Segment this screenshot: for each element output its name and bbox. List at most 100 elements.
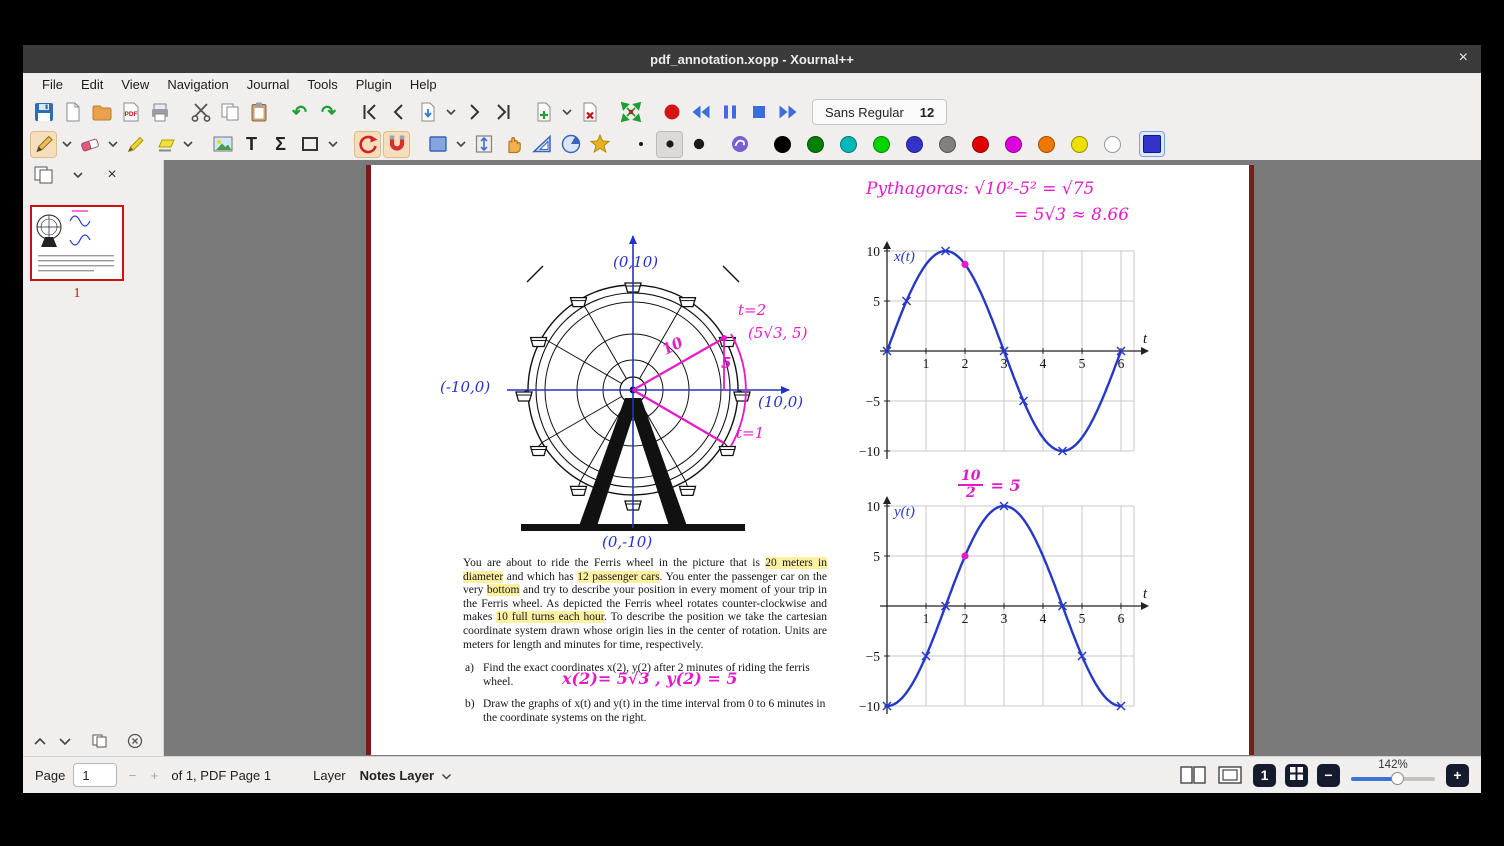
titlebar[interactable]: pdf_annotation.xopp - Xournal++ × bbox=[23, 45, 1481, 73]
line-width-medium-button[interactable] bbox=[656, 130, 683, 158]
menu-help[interactable]: Help bbox=[401, 75, 446, 94]
sidebar-dropdown-button[interactable] bbox=[65, 164, 91, 186]
font-button[interactable]: Sans Regular 12 bbox=[812, 99, 948, 125]
highlighter-tool[interactable] bbox=[122, 131, 149, 158]
snap-to-grid-tool[interactable] bbox=[383, 130, 410, 158]
shape-recognizer-tool[interactable] bbox=[354, 130, 381, 158]
document-canvas[interactable]: (0,10) (-10,0) (10,0) (0,-10) t=2 (5√3, … bbox=[164, 160, 1481, 757]
zoom-fit-button[interactable] bbox=[617, 99, 644, 126]
eraser-options-dropdown[interactable] bbox=[105, 131, 120, 158]
page-number-input[interactable] bbox=[73, 763, 118, 787]
spline-tool[interactable] bbox=[586, 131, 613, 158]
line-width-fine-button[interactable] bbox=[627, 131, 654, 158]
sidebar-scroll-up-button[interactable] bbox=[27, 730, 52, 752]
pause-audio-button[interactable] bbox=[716, 99, 743, 126]
color-gray-swatch[interactable] bbox=[939, 135, 956, 153]
zoom-slider-handle[interactable] bbox=[1391, 772, 1405, 785]
single-column-layout-button[interactable]: 1 bbox=[1253, 763, 1276, 787]
color-red-swatch[interactable] bbox=[972, 135, 989, 153]
copy-button[interactable] bbox=[216, 99, 243, 126]
goto-page-dropdown[interactable] bbox=[443, 99, 458, 126]
zoom-out-button[interactable]: − bbox=[1317, 763, 1340, 787]
layer-selector[interactable]: Notes Layer bbox=[354, 767, 458, 784]
preview-layout-icon[interactable] bbox=[31, 164, 57, 186]
delete-page-button[interactable] bbox=[576, 99, 603, 126]
presentation-view-button[interactable] bbox=[1216, 763, 1244, 787]
undo-button[interactable]: ↶ bbox=[286, 99, 313, 126]
eraser-tool[interactable] bbox=[76, 131, 103, 158]
menu-plugin[interactable]: Plugin bbox=[347, 75, 401, 94]
next-page-button[interactable] bbox=[460, 99, 487, 126]
goto-page-button[interactable] bbox=[414, 99, 441, 126]
sidebar-scroll-down-button[interactable] bbox=[52, 730, 77, 752]
statusbar: Page − + of 1, PDF Page 1 Layer Notes La… bbox=[23, 756, 1481, 793]
page-thumbnail[interactable] bbox=[30, 205, 124, 281]
compass-tool[interactable] bbox=[557, 131, 584, 158]
record-audio-button[interactable] bbox=[658, 99, 685, 126]
open-file-button[interactable] bbox=[88, 99, 115, 126]
export-pdf-button[interactable]: PDF bbox=[117, 99, 144, 126]
color-cyan-swatch[interactable] bbox=[840, 135, 857, 153]
page-increment-button[interactable]: + bbox=[147, 768, 161, 783]
menu-journal[interactable]: Journal bbox=[238, 75, 299, 94]
rewind-audio-button[interactable] bbox=[687, 99, 714, 126]
forward-audio-button[interactable] bbox=[774, 99, 801, 126]
menu-edit[interactable]: Edit bbox=[72, 75, 112, 94]
save-button[interactable] bbox=[30, 99, 57, 126]
previous-page-button[interactable] bbox=[385, 99, 412, 126]
fill-tool[interactable] bbox=[726, 131, 753, 158]
color-black-swatch[interactable] bbox=[774, 135, 791, 153]
last-page-button[interactable] bbox=[489, 99, 516, 126]
grid-layout-button[interactable] bbox=[1285, 763, 1308, 787]
menu-tools[interactable]: Tools bbox=[298, 75, 346, 94]
duplicate-page-button[interactable] bbox=[87, 730, 112, 752]
color-blue-swatch[interactable] bbox=[906, 135, 923, 153]
redo-button[interactable]: ↷ bbox=[315, 99, 342, 126]
add-page-dropdown[interactable] bbox=[559, 99, 574, 126]
menu-navigation[interactable]: Navigation bbox=[158, 75, 237, 94]
color-orange-swatch[interactable] bbox=[1038, 135, 1055, 153]
pdf-page[interactable]: (0,10) (-10,0) (10,0) (0,-10) t=2 (5√3, … bbox=[366, 165, 1254, 755]
text-tool[interactable]: T bbox=[238, 131, 265, 158]
add-page-button[interactable] bbox=[530, 99, 557, 126]
window-close-button[interactable]: × bbox=[1459, 49, 1468, 67]
close-panel-button[interactable] bbox=[122, 730, 147, 752]
pen-options-dropdown[interactable] bbox=[59, 131, 74, 158]
sidebar-close-button[interactable]: × bbox=[99, 164, 125, 186]
shape-options-dropdown[interactable] bbox=[325, 131, 340, 158]
color-yellow-swatch[interactable] bbox=[1071, 135, 1088, 153]
print-button[interactable] bbox=[146, 99, 173, 126]
dual-page-view-button[interactable] bbox=[1179, 763, 1207, 787]
zoom-in-button[interactable]: + bbox=[1446, 763, 1469, 787]
color-white-swatch[interactable] bbox=[1104, 135, 1121, 153]
page-decrement-button[interactable]: − bbox=[125, 768, 139, 783]
cut-button[interactable] bbox=[187, 99, 214, 126]
highlighter-options-dropdown[interactable] bbox=[180, 131, 195, 158]
layer-value: Notes Layer bbox=[359, 767, 435, 783]
color-magenta-swatch[interactable] bbox=[1005, 135, 1022, 153]
menu-file[interactable]: File bbox=[33, 75, 72, 94]
vertical-space-tool[interactable] bbox=[470, 131, 497, 158]
stop-audio-button[interactable] bbox=[745, 99, 772, 126]
shape-tool[interactable] bbox=[296, 131, 323, 158]
line-width-thick-button[interactable] bbox=[685, 131, 712, 158]
current-color-indicator[interactable] bbox=[1139, 131, 1165, 157]
setsquare-tool[interactable] bbox=[528, 131, 555, 158]
color-light-green-swatch[interactable] bbox=[873, 135, 890, 153]
first-page-button[interactable] bbox=[356, 99, 383, 126]
math-tex-tool[interactable]: Σ bbox=[267, 131, 294, 158]
paste-button[interactable] bbox=[245, 99, 272, 126]
highlighter-alt-tool[interactable] bbox=[151, 131, 178, 158]
menu-view[interactable]: View bbox=[112, 75, 158, 94]
svg-text:t: t bbox=[1143, 331, 1148, 347]
color-green-swatch[interactable] bbox=[807, 135, 824, 153]
new-document-button[interactable] bbox=[59, 99, 86, 126]
insert-image-tool[interactable] bbox=[209, 131, 236, 158]
zoom-slider[interactable] bbox=[1351, 772, 1435, 785]
svg-text:5: 5 bbox=[1079, 611, 1086, 626]
select-rectangle-tool[interactable] bbox=[424, 131, 451, 158]
svg-text:y(t): y(t) bbox=[892, 504, 915, 520]
pen-tool[interactable] bbox=[30, 130, 57, 158]
hand-tool[interactable] bbox=[499, 131, 526, 158]
select-options-dropdown[interactable] bbox=[453, 131, 468, 158]
